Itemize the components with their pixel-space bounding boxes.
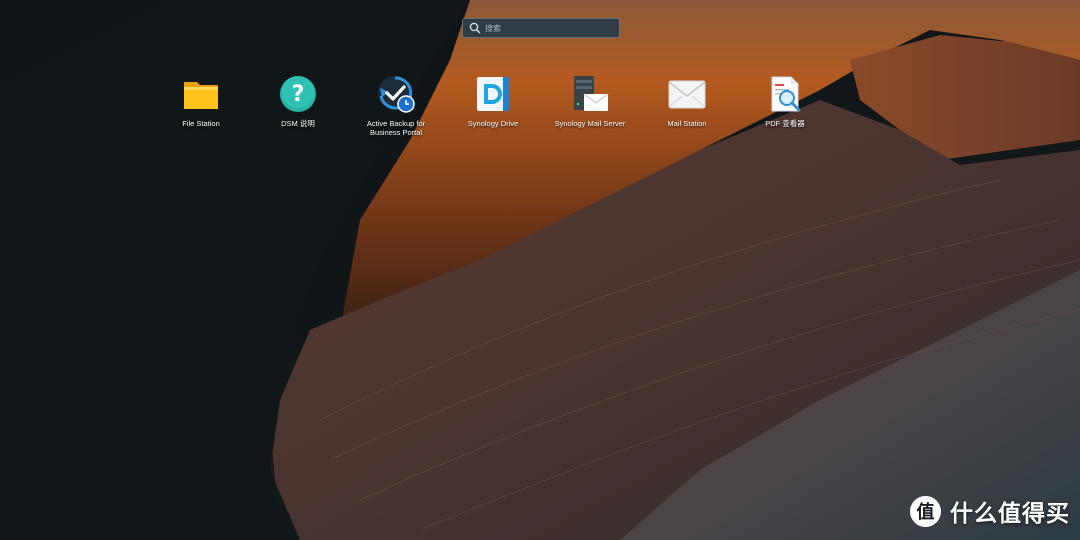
app-file-station[interactable]: File Station [155,74,247,128]
app-grid: File Station ? DSM 说明 Active Backup for … [0,74,1080,154]
pdf-viewer-icon [771,76,801,112]
backup-icon [378,76,415,113]
watermark: 值 什么值得买 [909,494,1070,528]
app-label: Mail Station [667,119,707,128]
app-mail-station[interactable]: Mail Station [641,74,733,128]
search-bar[interactable] [462,18,620,38]
drive-icon [477,77,509,111]
search-input[interactable] [485,23,619,33]
svg-text:?: ? [292,82,305,107]
watermark-text: 什么值得买 [950,501,1070,527]
app-label: Active Backup for Business Portal [366,119,426,137]
app-synology-drive[interactable]: Synology Drive [447,74,539,128]
app-active-backup[interactable]: Active Backup for Business Portal [350,74,442,137]
mail-icon [668,80,706,109]
app-label: DSM 说明 [281,119,315,128]
app-label: Synology Drive [467,119,519,128]
app-pdf-viewer[interactable]: PDF 查看器 [739,74,831,128]
smzdm-logo-icon: 值 [910,495,941,527]
help-icon: ? [280,76,316,112]
folder-icon [184,82,218,109]
search-icon [468,21,482,35]
app-label: File Station [182,119,220,128]
app-dsm-help[interactable]: ? DSM 说明 [252,74,344,128]
app-label: PDF 查看器 [765,119,805,128]
app-label: Synology Mail Server [554,119,626,128]
mail-server-icon [574,76,609,111]
app-mail-server[interactable]: Synology Mail Server [544,74,636,128]
svg-text:值: 值 [917,501,935,523]
